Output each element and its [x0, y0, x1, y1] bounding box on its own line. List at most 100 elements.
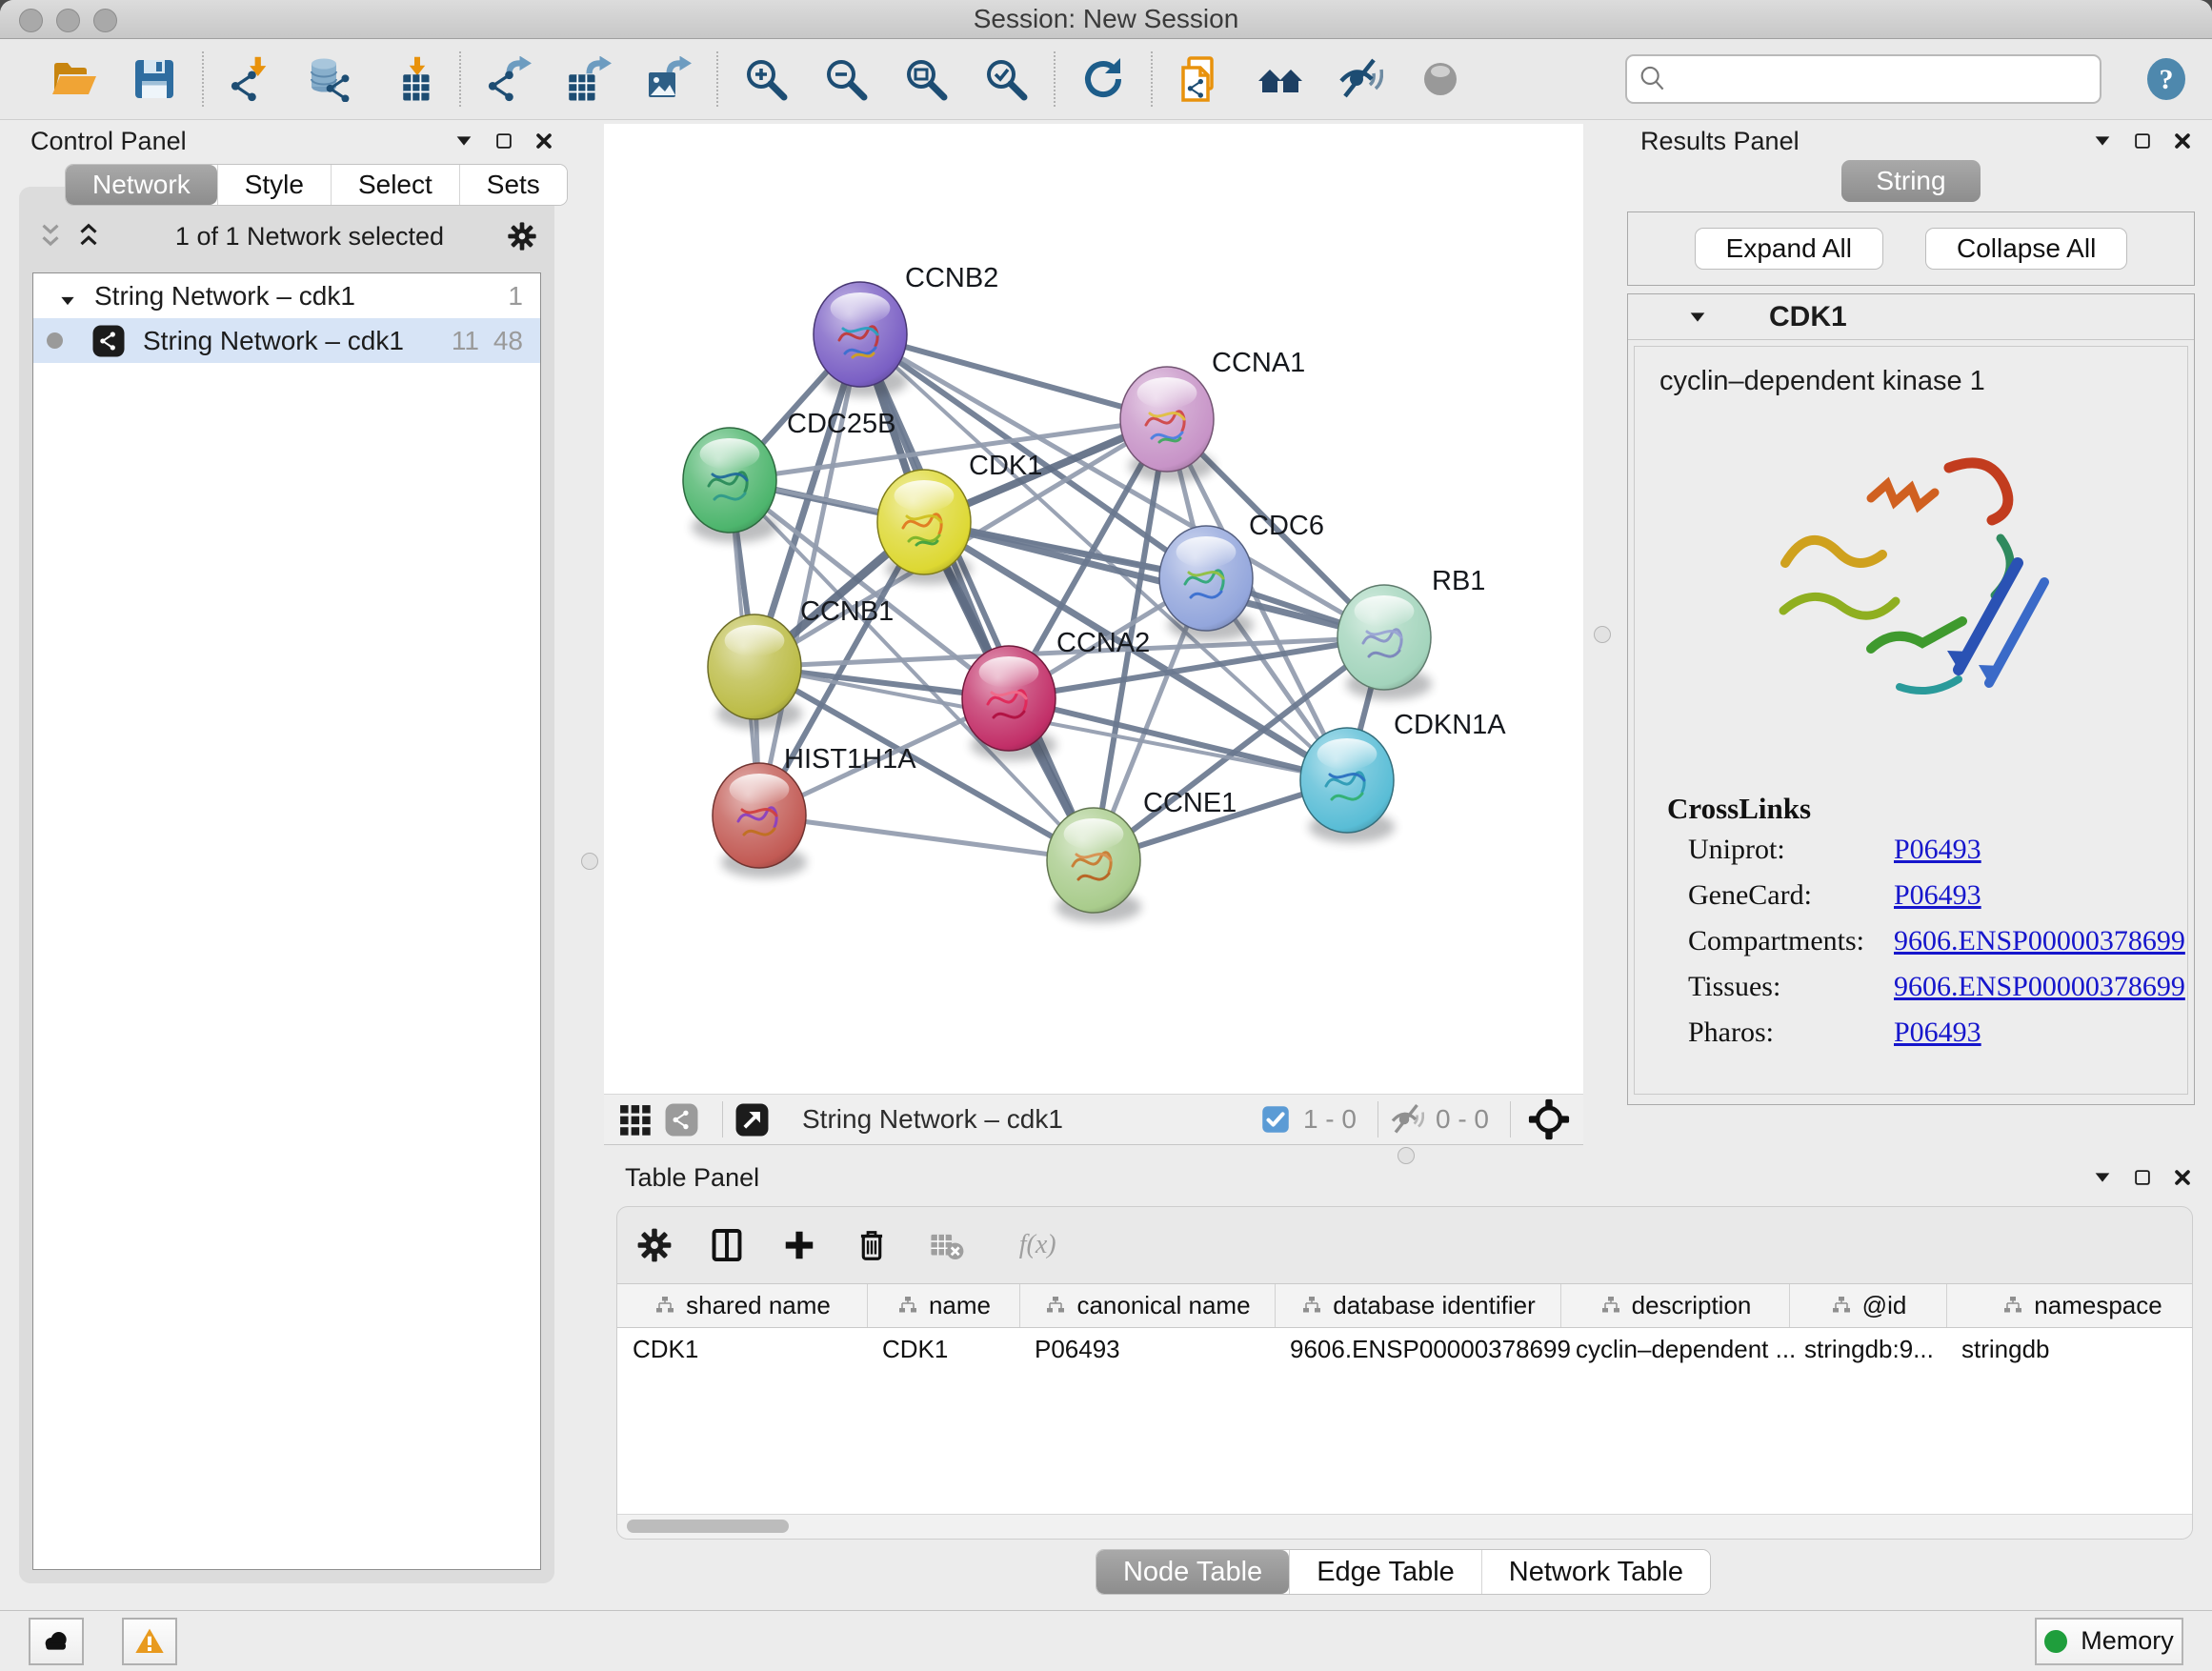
- tab-select[interactable]: Select: [331, 165, 459, 205]
- header-cell-shared-name[interactable]: shared name: [617, 1284, 867, 1327]
- node-CCNA1[interactable]: [1120, 367, 1215, 482]
- collection-caret-icon[interactable]: [58, 287, 77, 306]
- grid-view-icon[interactable]: [617, 1102, 653, 1137]
- node-CCNB2[interactable]: [814, 282, 908, 397]
- collapse-all-icon[interactable]: [36, 222, 65, 251]
- table-row[interactable]: CDK1CDK1P064939606.ENSP00000378699cyclin…: [617, 1328, 2192, 1371]
- close-panel-icon[interactable]: [2172, 1167, 2193, 1188]
- save-session-button[interactable]: [114, 45, 194, 113]
- crosslink-value-link[interactable]: 9606.ENSP00000378699: [1894, 925, 2185, 957]
- expand-all-icon[interactable]: [74, 222, 103, 251]
- network-row[interactable]: String Network – cdk1 11 48: [33, 318, 540, 363]
- memory-button[interactable]: Memory: [2035, 1618, 2183, 1665]
- tab-edge-table[interactable]: Edge Table: [1289, 1550, 1481, 1594]
- zoom-in-button[interactable]: [726, 45, 806, 113]
- node-CDC6[interactable]: [1159, 526, 1254, 641]
- crosslink-value-link[interactable]: P06493: [1894, 834, 1981, 866]
- node-RB1[interactable]: [1337, 585, 1432, 700]
- table-cell[interactable]: stringdb: [1946, 1328, 2192, 1371]
- export-network-icon: [486, 56, 532, 102]
- panel-menu-icon[interactable]: [2092, 1167, 2113, 1188]
- node-CCNE1[interactable]: [1047, 808, 1141, 923]
- header-cell-description[interactable]: description: [1560, 1284, 1789, 1327]
- import-network-button[interactable]: [211, 45, 292, 113]
- tab-node-table[interactable]: Node Table: [1096, 1550, 1289, 1594]
- hidden-eye-icon[interactable]: [1390, 1102, 1424, 1137]
- edge-HIST1H1A-CCNE1[interactable]: [759, 815, 1094, 860]
- table-cell[interactable]: CDK1: [617, 1328, 867, 1371]
- network-badge-icon[interactable]: [664, 1102, 699, 1137]
- tab-network-table[interactable]: Network Table: [1481, 1550, 1710, 1594]
- node-CDC25B[interactable]: [683, 428, 777, 543]
- clone-network-button[interactable]: [1160, 45, 1240, 113]
- header-cell-canonical-name[interactable]: canonical name: [1019, 1284, 1275, 1327]
- header-cell-namespace[interactable]: namespace: [1946, 1284, 2192, 1327]
- gene-section: CDK1 cyclin–dependent kinase 1: [1627, 293, 2195, 1105]
- table-cell[interactable]: 9606.ENSP00000378699: [1275, 1328, 1560, 1371]
- close-panel-icon[interactable]: [2172, 131, 2193, 151]
- export-network-button[interactable]: [469, 45, 549, 113]
- table-options-gear-icon[interactable]: [636, 1227, 673, 1263]
- header-cell-@id[interactable]: @id: [1789, 1284, 1946, 1327]
- close-panel-icon[interactable]: [533, 131, 554, 151]
- add-column-icon[interactable]: [781, 1227, 817, 1263]
- table-cell[interactable]: cyclin–dependent ...: [1560, 1328, 1789, 1371]
- crosslink-value-link[interactable]: P06493: [1894, 1017, 1981, 1049]
- float-panel-icon[interactable]: [493, 131, 514, 151]
- export-table-button[interactable]: [549, 45, 629, 113]
- help-button[interactable]: ?: [2143, 54, 2189, 104]
- table-cell[interactable]: P06493: [1019, 1328, 1275, 1371]
- zoom-out-button[interactable]: [806, 45, 886, 113]
- header-cell-name[interactable]: name: [867, 1284, 1019, 1327]
- collapse-all-button[interactable]: Collapse All: [1925, 228, 2127, 270]
- table-cell[interactable]: stringdb:9...: [1789, 1328, 1946, 1371]
- right-splitter-handle[interactable]: [1594, 626, 1611, 643]
- node-HIST1H1A[interactable]: [713, 763, 807, 878]
- tab-style[interactable]: Style: [217, 165, 331, 205]
- expand-all-button[interactable]: Expand All: [1695, 228, 1883, 270]
- string-network-graph[interactable]: CCNB2CCNA1CDC25BCDK1CDC6RB1CCNB1CCNA2CDK…: [604, 124, 1583, 1094]
- tab-string[interactable]: String: [1841, 160, 1980, 202]
- panel-menu-icon[interactable]: [2092, 131, 2113, 151]
- tab-network[interactable]: Network: [66, 165, 217, 205]
- section-caret-icon[interactable]: [1687, 307, 1708, 328]
- node-CDK1[interactable]: [877, 470, 972, 585]
- network-view-canvas[interactable]: CCNB2CCNA1CDC25BCDK1CDC6RB1CCNB1CCNA2CDK…: [604, 124, 1583, 1094]
- scrollbar-thumb[interactable]: [627, 1520, 789, 1533]
- show-overview-button[interactable]: [1240, 45, 1320, 113]
- network-options-gear-icon[interactable]: [507, 221, 537, 252]
- header-cell-database-identifier[interactable]: database identifier: [1275, 1284, 1560, 1327]
- node-CCNB1[interactable]: [708, 614, 802, 730]
- search-box[interactable]: [1625, 54, 2101, 104]
- cloud-button[interactable]: [29, 1618, 84, 1665]
- show-columns-icon[interactable]: [709, 1227, 745, 1263]
- refresh-view-button[interactable]: [1063, 45, 1143, 113]
- detach-view-icon[interactable]: [734, 1102, 770, 1137]
- network-collection-row[interactable]: String Network – cdk1 1: [33, 273, 540, 318]
- search-input[interactable]: [1669, 59, 2100, 99]
- zoom-selected-button[interactable]: [966, 45, 1046, 113]
- zoom-fit-button[interactable]: [886, 45, 966, 113]
- left-splitter-handle[interactable]: [581, 853, 598, 870]
- node-CDKN1A[interactable]: [1300, 728, 1395, 843]
- gene-section-header[interactable]: CDK1: [1628, 294, 2194, 340]
- fit-selected-crosshair-icon[interactable]: [1528, 1098, 1570, 1140]
- show-graphics-details-button[interactable]: [1400, 45, 1480, 113]
- tab-sets[interactable]: Sets: [459, 165, 567, 205]
- table-cell[interactable]: CDK1: [867, 1328, 1019, 1371]
- delete-column-icon[interactable]: [854, 1227, 890, 1263]
- selected-checkbox-icon[interactable]: [1261, 1105, 1290, 1134]
- import-table-button[interactable]: [372, 45, 452, 113]
- warnings-button[interactable]: [122, 1618, 177, 1665]
- panel-menu-icon[interactable]: [453, 131, 474, 151]
- float-panel-icon[interactable]: [2132, 131, 2153, 151]
- hide-graphics-details-button[interactable]: [1320, 45, 1400, 113]
- table-horizontal-scrollbar[interactable]: [617, 1514, 2192, 1539]
- export-image-button[interactable]: [629, 45, 709, 113]
- float-panel-icon[interactable]: [2132, 1167, 2153, 1188]
- open-session-button[interactable]: [34, 45, 114, 113]
- crosslink-value-link[interactable]: 9606.ENSP00000378699: [1894, 971, 2185, 1003]
- node-CCNA2[interactable]: [962, 646, 1056, 761]
- crosslink-value-link[interactable]: P06493: [1894, 879, 1981, 912]
- import-database-button[interactable]: [292, 45, 372, 113]
